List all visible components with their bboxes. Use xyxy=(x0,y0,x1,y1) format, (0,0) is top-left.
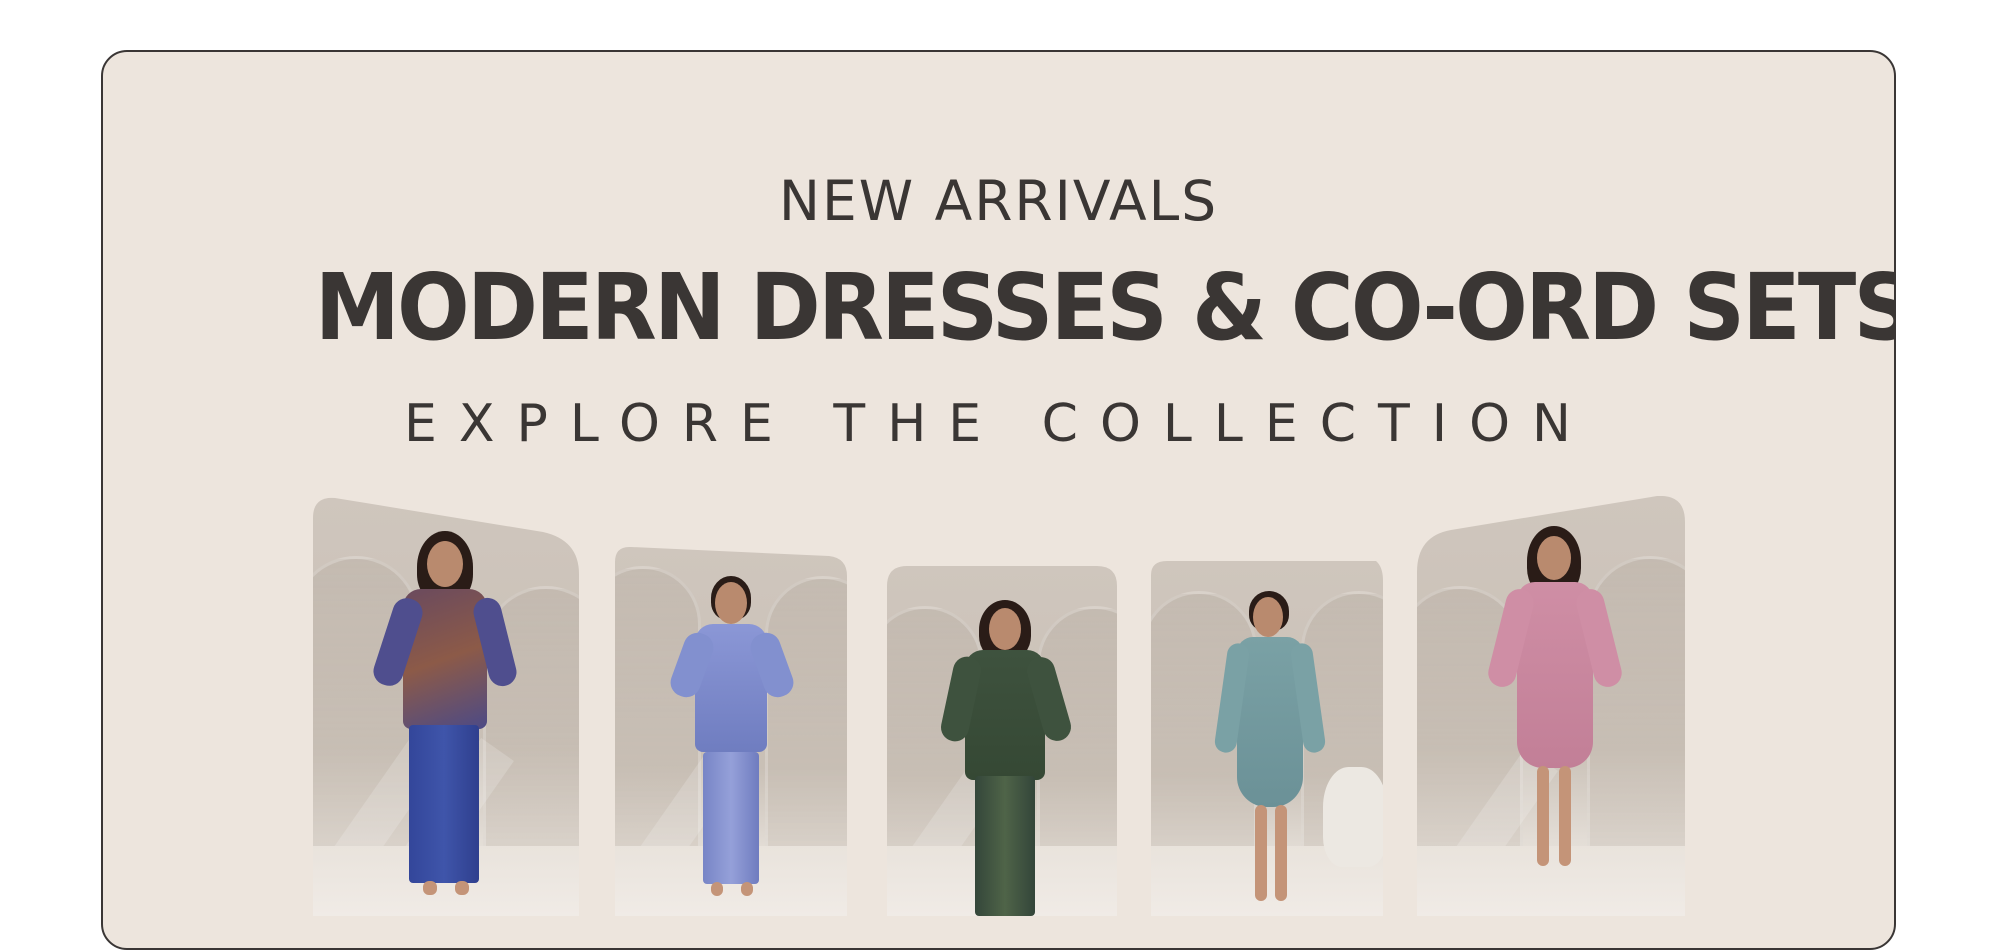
product-card-1[interactable] xyxy=(313,496,579,916)
promo-banner[interactable]: NEW ARRIVALS MODERN DRESSES & CO-ORD SET… xyxy=(101,50,1896,950)
banner-headline: MODERN DRESSES & CO-ORD SETS xyxy=(314,254,1896,361)
banner-kicker: NEW ARRIVALS xyxy=(778,169,1219,233)
model-image xyxy=(1215,591,1325,911)
product-card-4[interactable] xyxy=(1151,561,1383,916)
product-card-2[interactable] xyxy=(615,546,847,916)
model-image xyxy=(1487,526,1617,906)
banner-subline: EXPLORE THE COLLECTION xyxy=(404,394,1593,454)
product-card-3[interactable] xyxy=(887,566,1117,916)
model-image xyxy=(945,600,1065,916)
model-image xyxy=(671,576,791,916)
product-card-5[interactable] xyxy=(1417,496,1685,916)
model-image xyxy=(373,531,523,911)
